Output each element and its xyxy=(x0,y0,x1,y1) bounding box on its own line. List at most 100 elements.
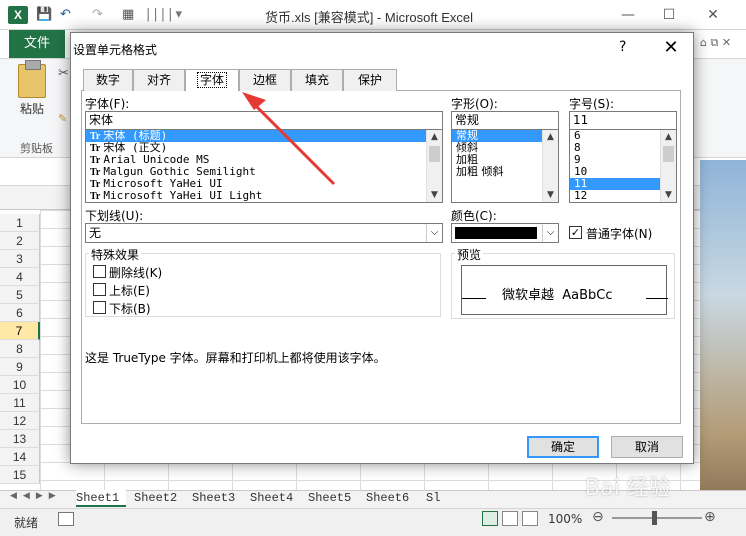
dialog-titlebar: 设置单元格格式 xyxy=(71,33,693,63)
ribbon-window-controls[interactable]: ⌂ ⧉ ✕ xyxy=(700,36,731,50)
redo-icon[interactable]: ↷ xyxy=(92,6,103,24)
zoom-level[interactable]: 100% xyxy=(548,512,582,526)
sheet-tab[interactable]: Sheet6 xyxy=(366,490,420,507)
strikethrough-checkbox[interactable] xyxy=(93,265,106,278)
status-bar xyxy=(0,508,746,536)
paste-icon[interactable] xyxy=(18,60,46,98)
row-number[interactable]: 6 xyxy=(0,304,40,322)
row-number[interactable]: 11 xyxy=(0,394,40,412)
arrow-head xyxy=(242,92,266,110)
calculator-icon[interactable]: ▦ xyxy=(122,6,134,24)
ok-button[interactable]: 确定 xyxy=(527,436,599,458)
cut-icon[interactable]: ✂ xyxy=(58,66,69,81)
tab-alignment[interactable]: 对齐 xyxy=(133,69,185,91)
page-break-view-icon[interactable] xyxy=(522,511,538,526)
sheet-tab[interactable]: Sheet5 xyxy=(308,490,362,507)
row-number[interactable]: 4 xyxy=(0,268,40,286)
window-title: 货币.xls [兼容模式] - Microsoft Excel xyxy=(265,10,474,25)
row-number[interactable]: 9 xyxy=(0,358,40,376)
tab-number[interactable]: 数字 xyxy=(83,69,133,91)
scroll-down-icon[interactable]: ▼ xyxy=(427,188,442,202)
font-size-input[interactable]: 11 xyxy=(569,111,677,130)
row-number[interactable]: 2 xyxy=(0,232,40,250)
truetype-icon: Tr xyxy=(90,191,101,202)
row-number[interactable]: 1 xyxy=(0,214,40,232)
zoom-slider[interactable] xyxy=(612,517,702,519)
format-painter-icon[interactable]: ✎ xyxy=(58,112,67,125)
zoom-in-icon[interactable]: ⊕ xyxy=(704,509,716,525)
normal-font-checkbox[interactable]: ✓ xyxy=(569,226,582,239)
file-tab[interactable]: 文件 xyxy=(9,30,65,58)
scroll-down-icon[interactable]: ▼ xyxy=(661,188,676,202)
font-style-input[interactable]: 常规 xyxy=(451,111,559,130)
sheet-tab[interactable]: Sl xyxy=(426,490,446,507)
font-list-item[interactable]: Tr Microsoft YaHei UI Light xyxy=(86,190,442,203)
color-swatch xyxy=(455,227,537,239)
style-label: 字形(O): xyxy=(451,97,498,111)
scroll-up-icon[interactable]: ▲ xyxy=(427,130,442,144)
tab-font[interactable]: 字体 xyxy=(185,69,239,92)
normal-font-label[interactable]: 普通字体(N) xyxy=(586,225,652,242)
watermark: Bai 经验 xyxy=(585,476,671,501)
sheet-tab-active[interactable]: Sheet1 xyxy=(76,490,126,507)
preview-text: 微软卓越 AaBbCc xyxy=(502,288,613,303)
cancel-button[interactable]: 取消 xyxy=(611,436,683,458)
strikethrough-label[interactable]: 删除线(K) xyxy=(109,264,162,281)
sheet-tab[interactable]: Sheet3 xyxy=(192,490,246,507)
dialog-close-button[interactable]: ✕ xyxy=(661,37,681,58)
truetype-icon: Tr xyxy=(90,155,101,166)
font-size-list[interactable]: 6 8 9 10 11 12 ▲ ▼ xyxy=(569,129,677,203)
underline-select[interactable]: 无 ⌵ xyxy=(85,223,443,243)
truetype-icon: Tr xyxy=(90,179,101,190)
row-number-selected[interactable]: 7 xyxy=(0,322,40,340)
underline-value: 无 xyxy=(89,226,102,240)
normal-view-icon[interactable] xyxy=(482,511,498,526)
style-list-scrollbar[interactable]: ▲ ▼ xyxy=(542,130,558,202)
window-close-button[interactable]: ✕ xyxy=(700,5,726,25)
color-label: 颜色(C): xyxy=(451,209,497,223)
chevron-down-icon[interactable]: ⌵ xyxy=(426,224,442,242)
maximize-button[interactable]: ☐ xyxy=(656,5,682,25)
preview-baseline-right xyxy=(646,298,668,299)
scroll-thumb[interactable] xyxy=(429,146,440,162)
truetype-icon: Tr xyxy=(90,167,101,178)
row-number[interactable]: 3 xyxy=(0,250,40,268)
chevron-down-icon[interactable]: ⌵ xyxy=(542,224,558,242)
zoom-out-icon[interactable]: ⊖ xyxy=(592,509,604,525)
help-button[interactable]: ? xyxy=(619,39,626,55)
arrow-shaft xyxy=(248,98,336,186)
minimize-button[interactable]: — xyxy=(615,5,641,25)
row-number[interactable]: 15 xyxy=(0,466,40,484)
subscript-checkbox[interactable] xyxy=(93,301,106,314)
tab-protection[interactable]: 保护 xyxy=(343,69,397,91)
row-number[interactable]: 8 xyxy=(0,340,40,358)
macro-record-icon[interactable] xyxy=(58,512,74,526)
sheet-nav-arrows[interactable]: ◀◀▶▶ xyxy=(10,491,62,501)
page-layout-view-icon[interactable] xyxy=(502,511,518,526)
row-number[interactable]: 12 xyxy=(0,412,40,430)
status-ready: 就绪 xyxy=(14,516,39,530)
row-number[interactable]: 10 xyxy=(0,376,40,394)
row-number[interactable]: 14 xyxy=(0,448,40,466)
row-number[interactable]: 5 xyxy=(0,286,40,304)
superscript-checkbox[interactable] xyxy=(93,283,106,296)
undo-icon[interactable]: ↶ xyxy=(60,6,71,24)
paste-label[interactable]: 粘贴 xyxy=(20,100,44,117)
superscript-label[interactable]: 上标(E) xyxy=(109,282,150,299)
font-list-scrollbar[interactable]: ▲ ▼ xyxy=(426,130,442,202)
size-list-scrollbar[interactable]: ▲ ▼ xyxy=(660,130,676,202)
clipboard-group-label: 剪贴板 xyxy=(20,142,53,155)
scroll-thumb[interactable] xyxy=(663,146,674,162)
scroll-down-icon[interactable]: ▼ xyxy=(543,188,558,202)
subscript-label[interactable]: 下标(B) xyxy=(109,300,151,317)
row-number[interactable]: 13 xyxy=(0,430,40,448)
scroll-up-icon[interactable]: ▲ xyxy=(661,130,676,144)
sheet-tab[interactable]: Sheet2 xyxy=(134,490,188,507)
sheet-tab[interactable]: Sheet4 xyxy=(250,490,304,507)
zoom-slider-thumb[interactable] xyxy=(652,511,657,525)
effects-label: 特殊效果 xyxy=(89,246,142,263)
scroll-up-icon[interactable]: ▲ xyxy=(543,130,558,144)
color-select[interactable]: ⌵ xyxy=(451,223,559,243)
save-icon[interactable]: 💾 xyxy=(36,6,52,24)
font-style-list[interactable]: 常规 倾斜 加粗 加粗 倾斜 ▲ ▼ xyxy=(451,129,559,203)
